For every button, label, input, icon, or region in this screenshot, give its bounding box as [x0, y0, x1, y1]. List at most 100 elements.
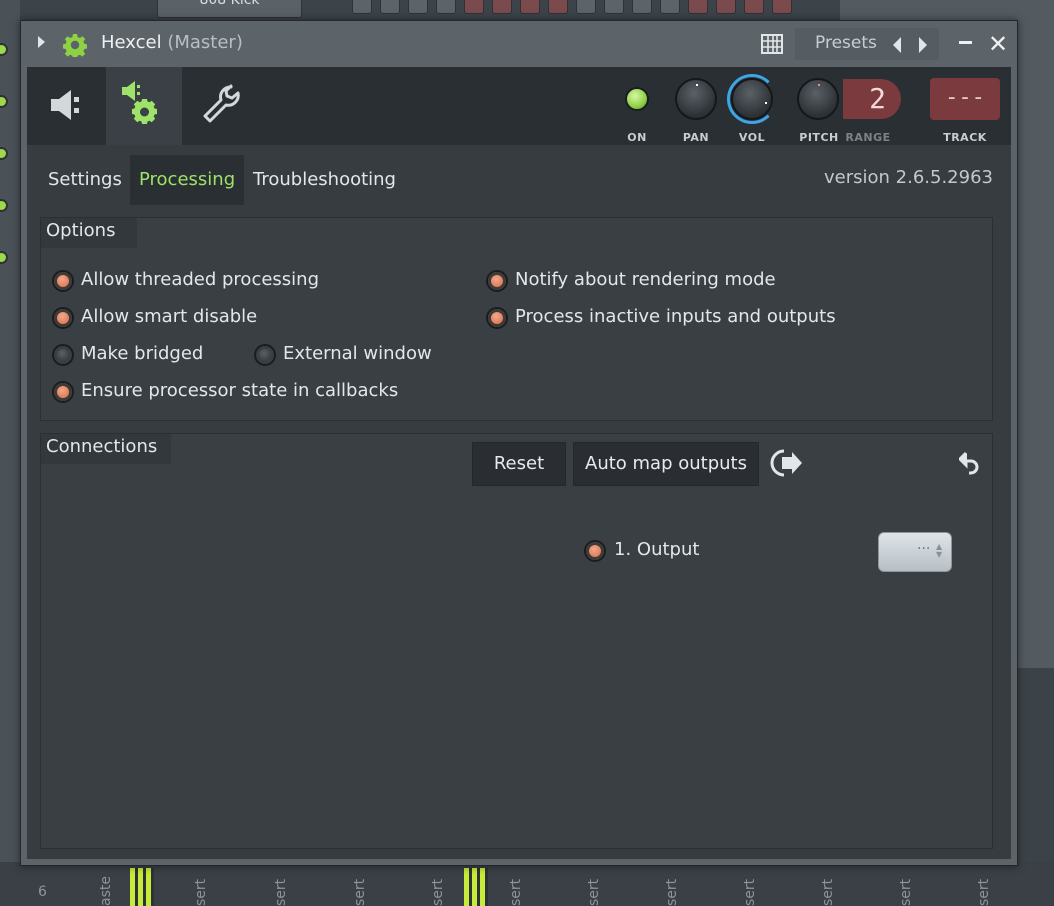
tab-troubleshooting[interactable]: Troubleshooting [244, 155, 405, 205]
channel-led[interactable] [0, 95, 8, 108]
step-button[interactable] [576, 0, 596, 14]
step-button[interactable] [548, 0, 568, 14]
vol-knob[interactable] [731, 78, 773, 120]
tab-processing[interactable]: Processing [130, 155, 245, 205]
ensure-state-radio[interactable] [52, 381, 74, 403]
presets-label[interactable]: Presets [815, 33, 877, 53]
auto-map-outputs-button[interactable]: Auto map outputs [573, 442, 759, 486]
step-button[interactable] [716, 0, 736, 14]
mixer-meter [130, 868, 154, 906]
mixer-channel-label[interactable]: sert [193, 868, 223, 906]
plugin-name: Hexcel [101, 32, 162, 53]
channel-led[interactable] [0, 199, 8, 212]
plugin-target: (Master) [167, 32, 243, 53]
allow-threaded-radio[interactable] [52, 270, 74, 292]
pitch-knob[interactable] [797, 78, 839, 120]
on-led-toggle[interactable] [625, 87, 649, 111]
plugin-window: Hexcel (Master) Presets ✕ ON PAN VOL 2 P… [20, 20, 1018, 866]
process-inactive-radio[interactable] [486, 307, 508, 329]
output-combo-value: ··· [917, 541, 931, 557]
troubleshooting-button[interactable] [183, 67, 259, 145]
pan-knob[interactable] [675, 78, 717, 120]
plug-icon [51, 90, 79, 120]
range-label: RANGE [845, 131, 891, 144]
notify-rendering-radio[interactable] [486, 270, 508, 292]
ensure-state-label[interactable]: Ensure processor state in callbacks [81, 380, 398, 401]
stepper-arrows-icon: ▲ ▼ [936, 542, 943, 559]
step-button[interactable] [660, 0, 680, 14]
preset-prev-arrow-icon[interactable] [893, 37, 901, 53]
plugin-settings-button[interactable] [29, 67, 105, 145]
step-button[interactable] [408, 0, 428, 14]
title-bar[interactable]: Hexcel (Master) Presets ✕ [21, 21, 1017, 67]
options-group: Options Allow threaded processing Notify… [40, 217, 993, 421]
preset-next-arrow-icon[interactable] [919, 37, 927, 53]
plugin-gear-icon [63, 34, 87, 57]
version-text: version 2.6.5.2963 [824, 167, 993, 188]
expand-arrow-icon[interactable] [38, 36, 45, 48]
pitch-range-display[interactable]: 2 [843, 79, 901, 119]
channel-led[interactable] [0, 43, 8, 56]
processing-page: Settings Processing Troubleshooting vers… [27, 145, 1011, 859]
output-1-channel-selector[interactable]: ··· ▲ ▼ [878, 532, 952, 572]
step-button[interactable] [744, 0, 764, 14]
mixer-channel-label[interactable]: sert [898, 868, 928, 906]
daw-left-column [0, 0, 20, 906]
notify-rendering-label[interactable]: Notify about rendering mode [515, 269, 776, 290]
connect-plug-icon[interactable] [770, 447, 804, 479]
channel-led[interactable] [0, 251, 8, 264]
track-label: TRACK [943, 131, 987, 144]
processing-gear-icon [122, 81, 157, 124]
step-button[interactable] [492, 0, 512, 14]
on-label: ON [627, 131, 647, 144]
channel-led[interactable] [0, 147, 8, 160]
options-title: Options [46, 220, 116, 241]
connections-group: Connections Reset Auto map outputs 1. Ou… [40, 433, 993, 849]
external-window-radio[interactable] [254, 344, 276, 366]
step-button[interactable] [380, 0, 400, 14]
mixer-channel-label[interactable]: sert [742, 868, 772, 906]
processing-button[interactable] [106, 67, 182, 145]
close-icon[interactable]: ✕ [987, 31, 1009, 57]
mixer-channel-label[interactable]: sert [508, 868, 538, 906]
mixer-meter [464, 868, 488, 906]
mixer-channel-label[interactable]: sert [976, 868, 1006, 906]
output-1-label: 1. Output [614, 539, 700, 560]
mixer-channel-label[interactable]: aste [98, 868, 128, 906]
make-bridged-radio[interactable] [52, 344, 74, 366]
step-button[interactable] [604, 0, 624, 14]
vol-label: VOL [738, 131, 766, 144]
pitch-label: PITCH [799, 131, 839, 144]
reset-button[interactable]: Reset [472, 442, 566, 486]
step-button[interactable] [352, 0, 372, 14]
make-bridged-label[interactable]: Make bridged [81, 343, 203, 364]
mixer-channel-label[interactable]: sert [586, 868, 616, 906]
minimize-icon[interactable] [959, 41, 972, 44]
step-button[interactable] [772, 0, 792, 14]
step-button[interactable] [632, 0, 652, 14]
mixer-channel-label[interactable]: sert [273, 868, 303, 906]
mixer-channel-label[interactable]: sert [430, 868, 460, 906]
connections-title: Connections [46, 436, 158, 457]
allow-threaded-label[interactable]: Allow threaded processing [81, 269, 319, 290]
presets-selector[interactable]: Presets [795, 28, 939, 60]
step-button[interactable] [688, 0, 708, 14]
undo-icon[interactable] [959, 451, 981, 475]
keyboard-grid-icon[interactable] [761, 34, 783, 54]
mixer-track-selector[interactable]: --- [930, 78, 1000, 120]
channel-name-808-kick[interactable]: 808 Kick [157, 0, 302, 18]
mixer-channel-label[interactable]: sert [352, 868, 382, 906]
allow-smart-disable-label[interactable]: Allow smart disable [81, 306, 257, 327]
mixer-channel-label[interactable]: sert [664, 868, 694, 906]
external-window-label[interactable]: External window [283, 343, 432, 364]
step-button[interactable] [464, 0, 484, 14]
pan-label: PAN [682, 131, 710, 144]
output-1-radio[interactable] [584, 540, 606, 562]
step-button[interactable] [520, 0, 540, 14]
tab-settings[interactable]: Settings [39, 155, 131, 205]
mixer-channel-label[interactable]: sert [820, 868, 850, 906]
allow-smart-disable-radio[interactable] [52, 307, 74, 329]
mixer-channel-number: 6 [38, 884, 47, 900]
step-button[interactable] [436, 0, 456, 14]
process-inactive-label[interactable]: Process inactive inputs and outputs [515, 306, 836, 327]
